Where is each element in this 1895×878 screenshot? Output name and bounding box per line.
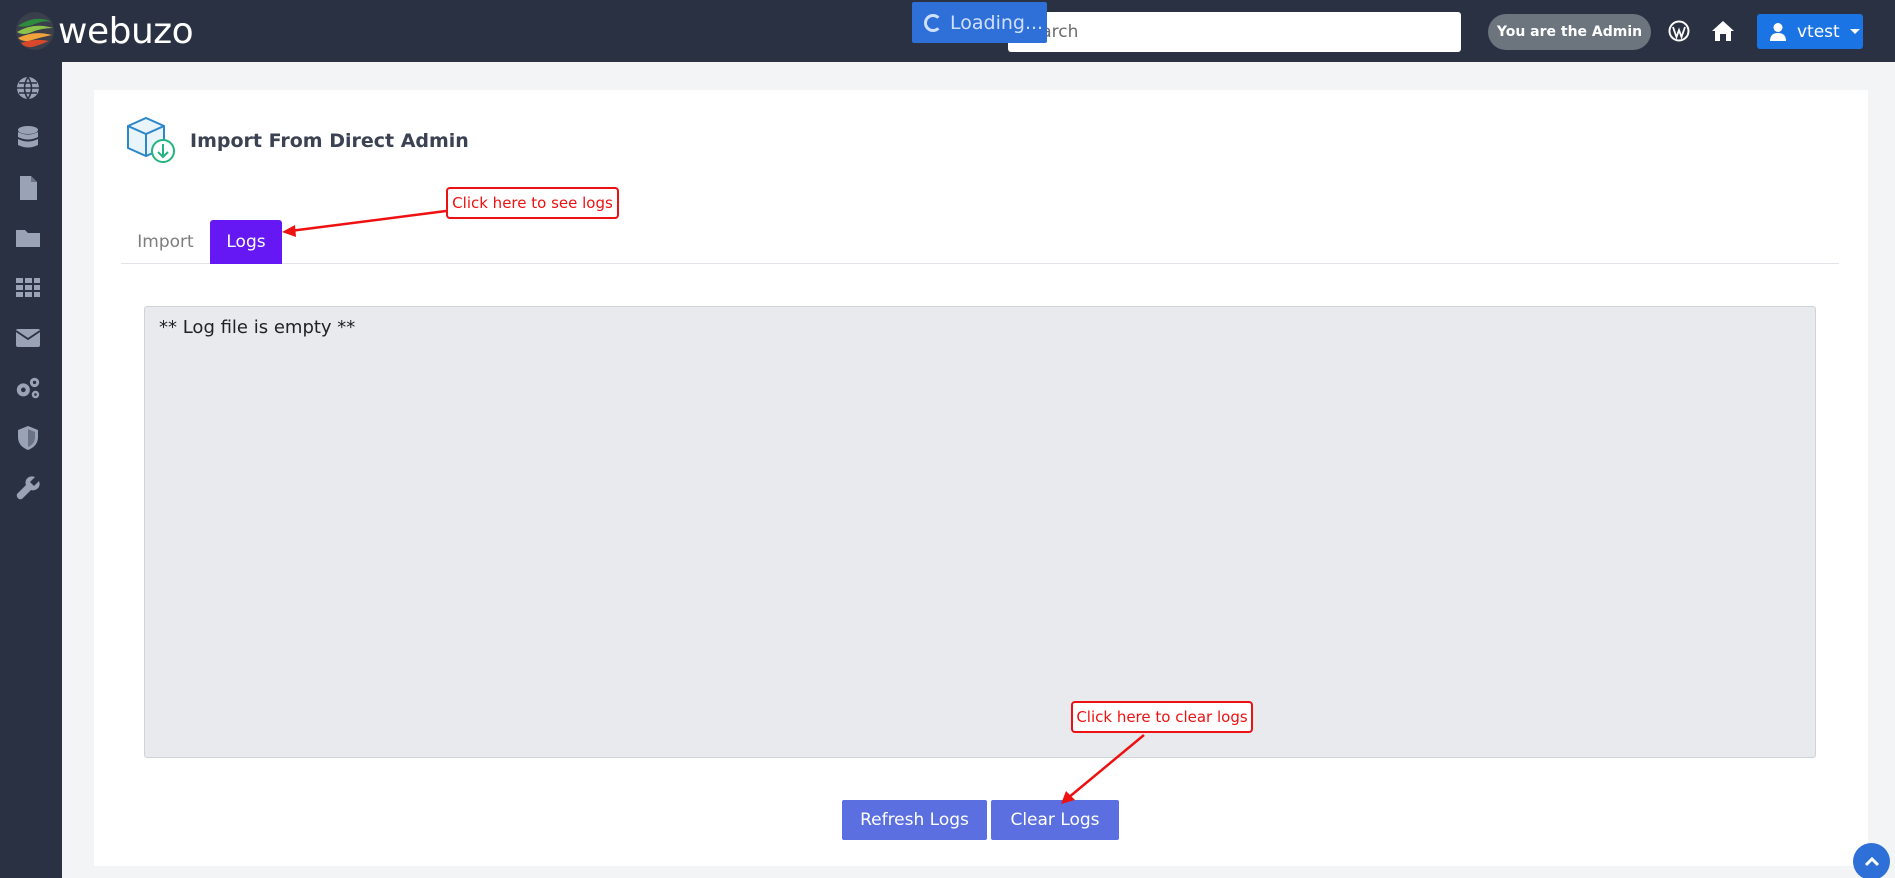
user-menu-button[interactable]: vtest	[1757, 14, 1863, 49]
admin-badge: You are the Admin	[1488, 14, 1651, 50]
page-title: Import From Direct Admin	[190, 130, 469, 152]
spinner-icon	[924, 13, 942, 32]
home-icon[interactable]	[1710, 18, 1736, 44]
scroll-to-top-button[interactable]	[1853, 843, 1890, 878]
refresh-logs-button[interactable]: Refresh Logs	[842, 800, 987, 840]
log-text: ** Log file is empty **	[159, 317, 356, 338]
log-output-textarea[interactable]: ** Log file is empty **	[144, 306, 1816, 758]
tab-bar: Import Logs	[121, 220, 1839, 264]
tab-logs[interactable]: Logs	[210, 220, 282, 264]
import-box-icon	[127, 116, 175, 163]
wordpress-icon[interactable]	[1666, 18, 1692, 44]
annotation-clear-logs: Click here to clear logs	[1071, 701, 1253, 733]
folder-icon[interactable]	[14, 224, 42, 252]
globe-icon[interactable]	[14, 74, 42, 102]
user-icon	[1770, 22, 1786, 41]
sidebar	[0, 62, 62, 878]
loading-indicator: Loading...	[912, 2, 1047, 43]
tab-import[interactable]: Import	[121, 220, 210, 264]
annotation-see-logs: Click here to see logs	[446, 187, 619, 219]
database-icon[interactable]	[14, 124, 42, 152]
brand-name: webuzo	[58, 10, 194, 52]
top-navbar: webuzo Loading... You are the Admin vtes…	[0, 0, 1895, 62]
gears-icon[interactable]	[14, 374, 42, 402]
main-card: Import From Direct Admin Import Logs ** …	[94, 90, 1868, 866]
envelope-icon[interactable]	[14, 324, 42, 352]
shield-icon[interactable]	[14, 424, 42, 452]
loading-text: Loading...	[950, 11, 1044, 34]
webuzo-globe-icon	[16, 12, 54, 50]
clear-logs-button[interactable]: Clear Logs	[991, 800, 1119, 840]
search-input[interactable]	[1008, 12, 1461, 52]
apps-grid-icon[interactable]	[14, 274, 42, 302]
wrench-icon[interactable]	[14, 474, 42, 502]
user-name: vtest	[1797, 21, 1840, 42]
chevron-down-icon	[1849, 29, 1860, 34]
chevron-up-icon	[1864, 856, 1879, 866]
webuzo-logo[interactable]: webuzo	[14, 10, 194, 52]
file-icon[interactable]	[14, 174, 42, 202]
